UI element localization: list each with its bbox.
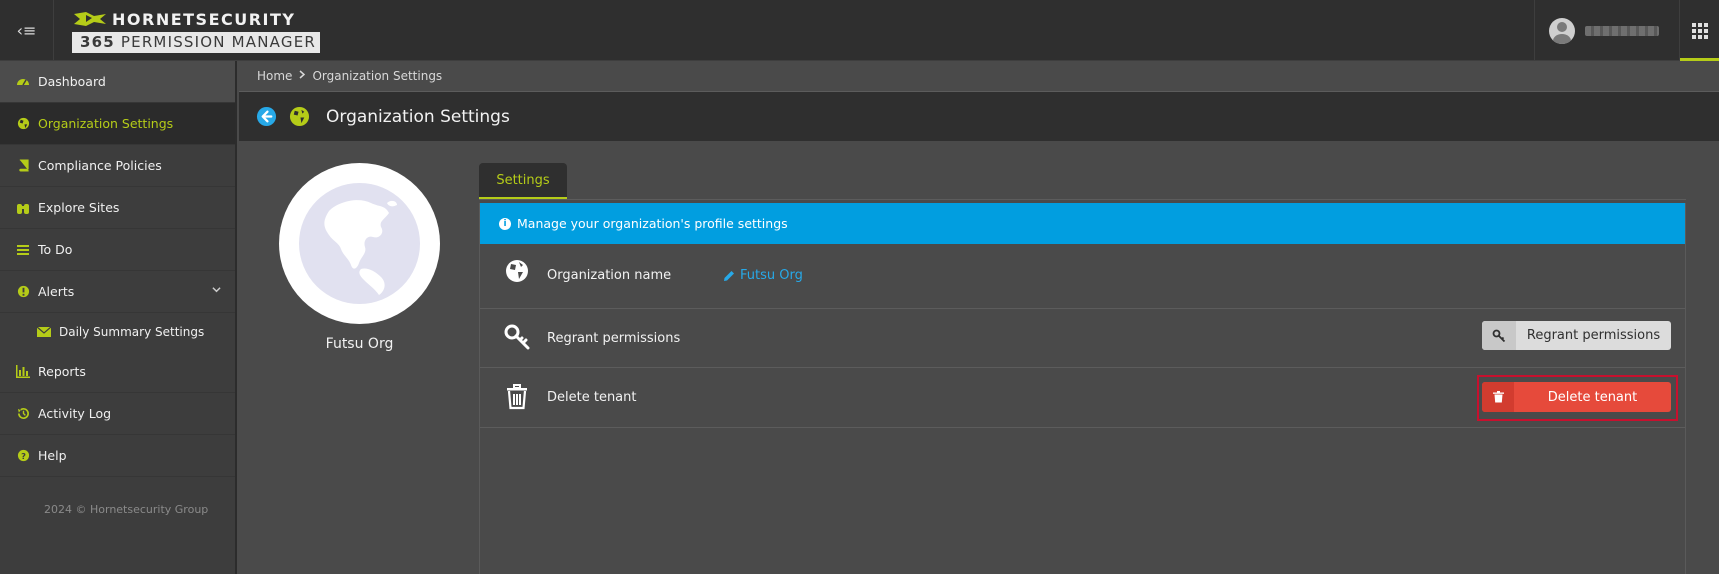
menu-toggle-button[interactable]: ‹≡ xyxy=(0,0,54,61)
regrant-permissions-label: Regrant permissions xyxy=(547,331,681,346)
page-title: Organization Settings xyxy=(326,106,510,127)
breadcrumb: Home Organization Settings xyxy=(239,61,1719,92)
grid-icon xyxy=(1691,22,1708,39)
sidebar-item-reports[interactable]: Reports xyxy=(0,351,235,393)
sidebar-item-dashboard[interactable]: Dashboard xyxy=(0,61,235,103)
binoculars-icon xyxy=(16,201,30,215)
chevron-down-icon[interactable] xyxy=(212,285,221,297)
sidebar-item-daily-summary-settings[interactable]: Daily Summary Settings xyxy=(0,313,235,351)
organization-avatar xyxy=(279,163,440,324)
globe-icon xyxy=(16,117,30,131)
question-icon: ? xyxy=(16,449,30,463)
sidebar: Dashboard Organization Settings Complian… xyxy=(0,61,237,574)
apps-grid-button[interactable] xyxy=(1679,0,1719,61)
product-name: 365 PERMISSION MANAGER xyxy=(72,32,320,53)
avatar xyxy=(1549,17,1575,44)
organization-display-name: Futsu Org xyxy=(325,336,394,352)
hornet-logo-icon xyxy=(74,12,106,26)
settings-panel: i Manage your organization's profile set… xyxy=(479,203,1686,574)
globe-americas-icon xyxy=(324,200,397,295)
page-header: Organization Settings xyxy=(239,92,1719,141)
organization-name-label: Organization name xyxy=(547,268,672,283)
history-icon xyxy=(16,407,30,421)
regrant-permissions-button[interactable]: Regrant permissions xyxy=(1482,321,1671,350)
sidebar-item-to-do[interactable]: To Do xyxy=(0,229,235,271)
sidebar-item-explore-sites[interactable]: Explore Sites xyxy=(0,187,235,229)
trash-icon xyxy=(507,384,527,410)
tab-divider xyxy=(479,199,1686,200)
chevron-right-icon xyxy=(299,70,306,82)
sidebar-item-organization-settings[interactable]: Organization Settings xyxy=(0,103,235,145)
brand-name: HORNETSECURITY xyxy=(112,9,296,29)
info-banner-text: Manage your organization's profile setti… xyxy=(517,216,788,231)
organization-name-edit-link[interactable]: Futsu Org xyxy=(723,268,803,283)
envelope-icon xyxy=(37,325,51,339)
sidebar-item-activity-log[interactable]: Activity Log xyxy=(0,393,235,435)
copyright-text: 2024 © Hornetsecurity Group xyxy=(44,503,209,516)
user-name-redacted xyxy=(1585,25,1659,36)
trash-icon xyxy=(1482,382,1514,412)
bar-chart-icon xyxy=(16,365,30,379)
user-menu[interactable] xyxy=(1534,0,1679,61)
key-icon xyxy=(504,324,530,350)
app-logo[interactable]: HORNETSECURITY 365 PERMISSION MANAGER xyxy=(72,9,322,53)
sidebar-item-help[interactable]: ? Help xyxy=(0,435,235,477)
key-icon xyxy=(1482,321,1516,350)
info-banner: i Manage your organization's profile set… xyxy=(480,203,1685,244)
dashboard-gauge-icon xyxy=(16,75,30,89)
exclamation-icon xyxy=(16,285,30,299)
delete-tenant-row: Delete tenant Delete tenant xyxy=(480,368,1685,428)
sidebar-item-compliance-policies[interactable]: Compliance Policies xyxy=(0,145,235,187)
breadcrumb-home-link[interactable]: Home xyxy=(257,69,292,83)
svg-text:?: ? xyxy=(21,451,26,461)
organization-name-row: Organization name Futsu Org xyxy=(480,244,1685,309)
info-icon: i xyxy=(499,217,511,230)
book-icon xyxy=(16,159,30,173)
tasks-icon xyxy=(16,243,30,257)
collapse-menu-icon: ‹≡ xyxy=(16,21,37,40)
breadcrumb-current: Organization Settings xyxy=(312,69,443,83)
tab-settings[interactable]: Settings xyxy=(479,163,567,199)
globe-icon xyxy=(506,260,528,282)
sidebar-item-alerts[interactable]: Alerts xyxy=(0,271,235,313)
delete-tenant-button[interactable]: Delete tenant xyxy=(1482,382,1671,412)
globe-icon xyxy=(289,106,310,127)
delete-tenant-label: Delete tenant xyxy=(547,390,637,405)
pencil-icon xyxy=(724,270,734,281)
regrant-permissions-row: Regrant permissions Regrant permissions xyxy=(480,309,1685,368)
top-bar: ‹≡ HORNETSECURITY 365 PERMISSION MANAGER xyxy=(0,0,1719,61)
back-arrow-icon[interactable] xyxy=(256,106,277,127)
